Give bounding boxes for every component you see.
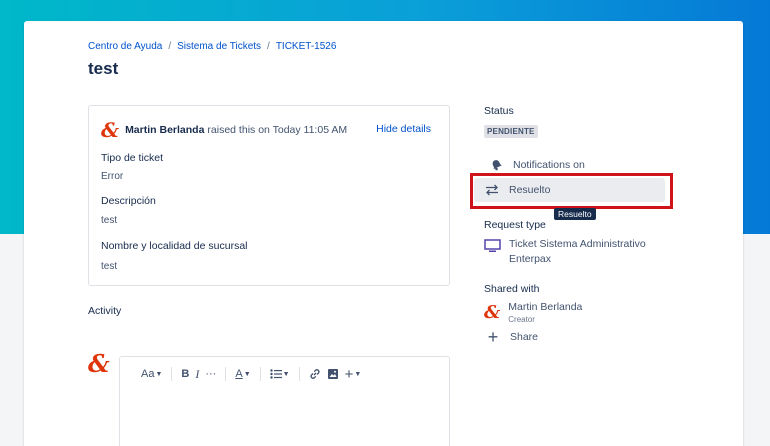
- request-type-label: Request type: [484, 219, 546, 231]
- ticket-card: Centro de Ayuda / Sistema de Tickets / T…: [24, 21, 743, 446]
- italic-button[interactable]: I: [192, 365, 202, 383]
- list-dropdown[interactable]: ▼: [267, 365, 293, 383]
- ampersand-logo-icon: &: [101, 118, 120, 142]
- chevron-down-icon: ▼: [282, 370, 290, 378]
- ticket-details-panel: & Martin Berlanda raised this on Today 1…: [88, 105, 450, 286]
- monitor-icon: [484, 239, 502, 256]
- page-title: test: [88, 59, 119, 78]
- breadcrumb-help-center[interactable]: Centro de Ayuda: [88, 41, 162, 52]
- breadcrumb-ticket-system[interactable]: Sistema de Tickets: [177, 41, 261, 52]
- share-button[interactable]: + Share: [484, 328, 538, 346]
- notifications-label: Notifications on: [513, 158, 585, 171]
- ampersand-logo-icon: &: [88, 349, 110, 378]
- comment-editor[interactable]: Aa ▼ B I ··· A ▼ ▼ + ▼: [119, 356, 450, 446]
- request-type-value: Ticket Sistema Administrativo Enterpax: [509, 238, 646, 265]
- field-value-branch: test: [101, 261, 118, 272]
- toolbar-divider: [225, 367, 227, 381]
- shared-user-name: Martin Berlanda: [508, 301, 583, 313]
- toolbar-divider: [259, 367, 261, 381]
- link-icon: [310, 369, 320, 379]
- text-style-label: Aa: [141, 368, 155, 380]
- field-value-description: test: [101, 215, 118, 226]
- status-badge: PENDIENTE: [484, 125, 538, 138]
- breadcrumb-separator: /: [168, 41, 172, 52]
- shared-user-row: & Martin Berlanda Creator: [484, 301, 582, 324]
- image-icon: [327, 369, 338, 379]
- ampersand-logo-icon: &: [484, 301, 501, 323]
- highlight-box: [470, 173, 673, 209]
- bold-button[interactable]: B: [178, 365, 192, 383]
- bullet-list-icon: [269, 369, 282, 379]
- insert-link-button[interactable]: [306, 365, 324, 383]
- activity-heading: Activity: [88, 305, 122, 317]
- editor-toolbar: Aa ▼ B I ··· A ▼ ▼ + ▼: [138, 365, 364, 383]
- text-style-dropdown[interactable]: Aa ▼: [138, 365, 165, 383]
- insert-more-dropdown[interactable]: + ▼: [342, 365, 365, 383]
- breadcrumb-separator: /: [267, 41, 270, 52]
- hide-details-link[interactable]: Hide details: [376, 123, 431, 135]
- plus-icon: +: [487, 327, 499, 347]
- breadcrumb: Centro de Ayuda / Sistema de Tickets / T…: [88, 41, 336, 52]
- insert-image-button[interactable]: [324, 365, 342, 383]
- chevron-down-icon: ▼: [354, 370, 362, 378]
- reporter-name[interactable]: Martin Berlanda: [125, 124, 204, 136]
- shared-user-role: Creator: [508, 315, 535, 324]
- notifications-toggle[interactable]: Notifications on: [488, 158, 585, 171]
- bell-icon: [488, 158, 504, 171]
- field-label-branch: Nombre y localidad de sucursal: [101, 240, 248, 252]
- field-label-description: Descripción: [101, 195, 156, 207]
- share-label: Share: [510, 331, 539, 343]
- text-color-dropdown[interactable]: A ▼: [232, 365, 253, 383]
- toolbar-divider: [171, 367, 173, 381]
- raised-by-row: & Martin Berlanda raised this on Today 1…: [101, 120, 347, 140]
- text-color-label: A: [235, 368, 243, 380]
- raised-timestamp: raised this on Today 11:05 AM: [207, 124, 348, 136]
- chevron-down-icon: ▼: [155, 370, 163, 378]
- field-label-ticket-type: Tipo de ticket: [101, 152, 164, 164]
- field-value-ticket-type: Error: [101, 171, 124, 182]
- plus-icon: +: [344, 365, 354, 383]
- breadcrumb-ticket-id[interactable]: TICKET-1526: [276, 41, 337, 52]
- status-label: Status: [484, 105, 514, 117]
- toolbar-divider: [298, 367, 300, 381]
- shared-with-label: Shared with: [484, 283, 540, 295]
- chevron-down-icon: ▼: [243, 370, 251, 378]
- more-formatting-button[interactable]: ···: [202, 365, 219, 383]
- resolve-tooltip: Resuelto: [554, 208, 596, 220]
- request-type-row: Ticket Sistema Administrativo Enterpax: [484, 237, 649, 267]
